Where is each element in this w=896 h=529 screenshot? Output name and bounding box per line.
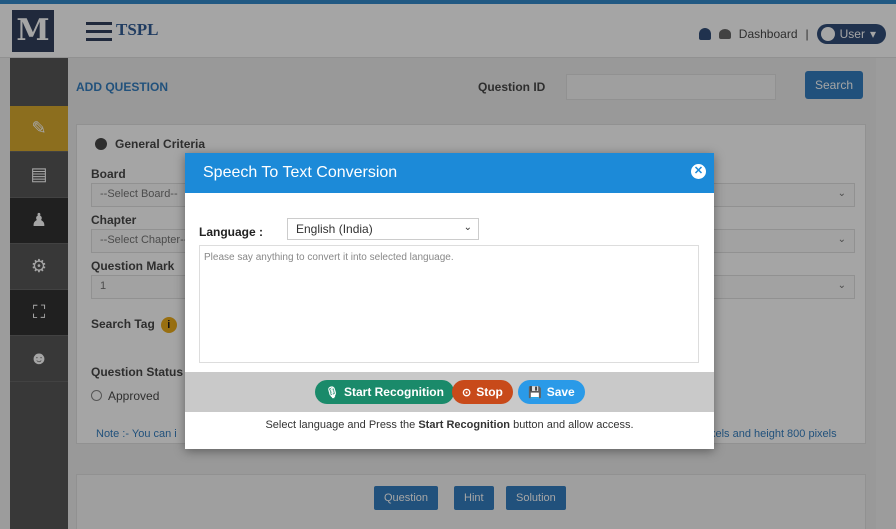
language-label: Language :	[199, 225, 264, 239]
stop-circle-icon: ⊙	[462, 386, 472, 399]
modal-header: Speech To Text Conversion ✕	[185, 153, 714, 193]
close-icon[interactable]: ✕	[691, 164, 706, 179]
floppy-disk-icon: 💾	[528, 386, 542, 399]
modal-button-bar: 🎙 Start Recognition ⊙ Stop 💾 Save	[185, 372, 714, 412]
save-button[interactable]: 💾 Save	[518, 380, 585, 404]
modal-instructions: Select language and Press the Start Reco…	[265, 419, 634, 431]
language-select[interactable]: English (India) ⌄	[287, 218, 479, 240]
microphone-icon: 🎙	[325, 386, 339, 399]
modal-title: Speech To Text Conversion	[203, 164, 398, 181]
start-recognition-button[interactable]: 🎙 Start Recognition	[315, 380, 454, 404]
speech-to-text-modal: Speech To Text Conversion ✕ Language : E…	[185, 153, 714, 449]
stop-button[interactable]: ⊙ Stop	[452, 380, 513, 404]
speech-output-textarea[interactable]: Please say anything to convert it into s…	[199, 245, 699, 363]
chevron-down-icon: ⌄	[463, 222, 472, 233]
